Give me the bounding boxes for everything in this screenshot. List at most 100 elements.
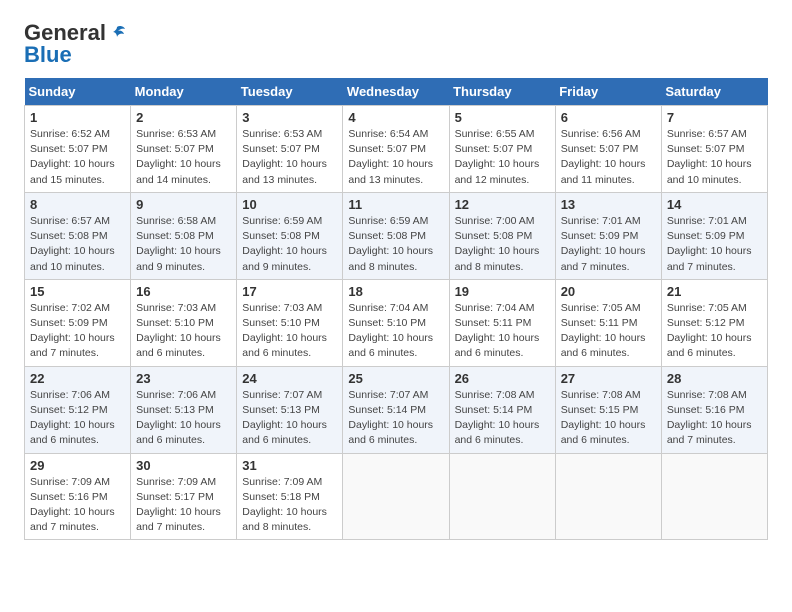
calendar-cell: 13 Sunrise: 7:01 AMSunset: 5:09 PMDayligh…	[555, 192, 661, 279]
calendar-cell: 20 Sunrise: 7:05 AMSunset: 5:11 PMDayligh…	[555, 279, 661, 366]
day-number: 1	[30, 110, 125, 125]
calendar-cell	[661, 453, 767, 540]
day-number: 21	[667, 284, 762, 299]
calendar-cell: 23 Sunrise: 7:06 AMSunset: 5:13 PMDayligh…	[131, 366, 237, 453]
calendar-cell: 2 Sunrise: 6:53 AMSunset: 5:07 PMDaylight…	[131, 106, 237, 193]
logo-blue: Blue	[24, 42, 72, 68]
day-info: Sunrise: 7:01 AMSunset: 5:09 PMDaylight:…	[561, 214, 656, 275]
calendar-week-row: 22 Sunrise: 7:06 AMSunset: 5:12 PMDayligh…	[25, 366, 768, 453]
calendar-cell: 4 Sunrise: 6:54 AMSunset: 5:07 PMDaylight…	[343, 106, 449, 193]
weekday-header: Monday	[131, 78, 237, 106]
day-info: Sunrise: 7:08 AMSunset: 5:16 PMDaylight:…	[667, 388, 762, 449]
day-number: 20	[561, 284, 656, 299]
day-number: 25	[348, 371, 443, 386]
calendar-cell: 7Sunrise: 6:57 AMSunset: 5:07 PMDaylight…	[661, 106, 767, 193]
calendar-cell: 24 Sunrise: 7:07 AMSunset: 5:13 PMDayligh…	[237, 366, 343, 453]
calendar-cell: 1 Sunrise: 6:52 AMSunset: 5:07 PMDaylight…	[25, 106, 131, 193]
day-info: Sunrise: 7:05 AMSunset: 5:12 PMDaylight:…	[667, 301, 762, 362]
calendar-cell: 11Sunrise: 6:59 AMSunset: 5:08 PMDayligh…	[343, 192, 449, 279]
calendar-week-row: 1 Sunrise: 6:52 AMSunset: 5:07 PMDaylight…	[25, 106, 768, 193]
calendar-cell	[343, 453, 449, 540]
calendar-cell: 5 Sunrise: 6:55 AMSunset: 5:07 PMDaylight…	[449, 106, 555, 193]
day-info: Sunrise: 6:58 AMSunset: 5:08 PMDaylight:…	[136, 214, 231, 275]
calendar-week-row: 15 Sunrise: 7:02 AMSunset: 5:09 PMDayligh…	[25, 279, 768, 366]
day-number: 19	[455, 284, 550, 299]
calendar-cell: 16Sunrise: 7:03 AMSunset: 5:10 PMDayligh…	[131, 279, 237, 366]
calendar-week-row: 8 Sunrise: 6:57 AMSunset: 5:08 PMDaylight…	[25, 192, 768, 279]
logo-bird-icon	[108, 24, 126, 42]
day-info: Sunrise: 7:07 AMSunset: 5:13 PMDaylight:…	[242, 388, 337, 449]
day-info: Sunrise: 6:54 AMSunset: 5:07 PMDaylight:…	[348, 127, 443, 188]
day-number: 5	[455, 110, 550, 125]
day-number: 6	[561, 110, 656, 125]
day-number: 16	[136, 284, 231, 299]
day-info: Sunrise: 7:03 AMSunset: 5:10 PMDaylight:…	[242, 301, 337, 362]
calendar-cell: 8 Sunrise: 6:57 AMSunset: 5:08 PMDaylight…	[25, 192, 131, 279]
day-number: 31	[242, 458, 337, 473]
day-number: 4	[348, 110, 443, 125]
day-number: 28	[667, 371, 762, 386]
day-info: Sunrise: 6:53 AMSunset: 5:07 PMDaylight:…	[136, 127, 231, 188]
calendar-cell: 9 Sunrise: 6:58 AMSunset: 5:08 PMDaylight…	[131, 192, 237, 279]
day-info: Sunrise: 7:08 AMSunset: 5:15 PMDaylight:…	[561, 388, 656, 449]
day-info: Sunrise: 7:09 AMSunset: 5:18 PMDaylight:…	[242, 475, 337, 536]
day-info: Sunrise: 7:02 AMSunset: 5:09 PMDaylight:…	[30, 301, 125, 362]
day-number: 27	[561, 371, 656, 386]
day-info: Sunrise: 6:59 AMSunset: 5:08 PMDaylight:…	[242, 214, 337, 275]
day-number: 7	[667, 110, 762, 125]
calendar-cell: 22 Sunrise: 7:06 AMSunset: 5:12 PMDayligh…	[25, 366, 131, 453]
day-number: 14	[667, 197, 762, 212]
calendar-cell: 14Sunrise: 7:01 AMSunset: 5:09 PMDayligh…	[661, 192, 767, 279]
calendar-cell: 27 Sunrise: 7:08 AMSunset: 5:15 PMDayligh…	[555, 366, 661, 453]
day-info: Sunrise: 7:09 AMSunset: 5:17 PMDaylight:…	[136, 475, 231, 536]
day-number: 17	[242, 284, 337, 299]
day-number: 8	[30, 197, 125, 212]
day-number: 15	[30, 284, 125, 299]
calendar-cell	[555, 453, 661, 540]
calendar-body: 1 Sunrise: 6:52 AMSunset: 5:07 PMDaylight…	[25, 106, 768, 540]
day-info: Sunrise: 6:53 AMSunset: 5:07 PMDaylight:…	[242, 127, 337, 188]
day-info: Sunrise: 7:08 AMSunset: 5:14 PMDaylight:…	[455, 388, 550, 449]
calendar-cell: 28 Sunrise: 7:08 AMSunset: 5:16 PMDayligh…	[661, 366, 767, 453]
day-number: 9	[136, 197, 231, 212]
calendar-cell: 29Sunrise: 7:09 AMSunset: 5:16 PMDayligh…	[25, 453, 131, 540]
day-info: Sunrise: 6:52 AMSunset: 5:07 PMDaylight:…	[30, 127, 125, 188]
day-info: Sunrise: 7:06 AMSunset: 5:12 PMDaylight:…	[30, 388, 125, 449]
day-number: 23	[136, 371, 231, 386]
calendar-cell: 17 Sunrise: 7:03 AMSunset: 5:10 PMDayligh…	[237, 279, 343, 366]
day-info: Sunrise: 7:00 AMSunset: 5:08 PMDaylight:…	[455, 214, 550, 275]
day-info: Sunrise: 6:59 AMSunset: 5:08 PMDaylight:…	[348, 214, 443, 275]
day-number: 10	[242, 197, 337, 212]
weekday-header: Sunday	[25, 78, 131, 106]
day-info: Sunrise: 6:56 AMSunset: 5:07 PMDaylight:…	[561, 127, 656, 188]
day-info: Sunrise: 6:55 AMSunset: 5:07 PMDaylight:…	[455, 127, 550, 188]
calendar-cell: 3 Sunrise: 6:53 AMSunset: 5:07 PMDaylight…	[237, 106, 343, 193]
calendar-cell: 26Sunrise: 7:08 AMSunset: 5:14 PMDayligh…	[449, 366, 555, 453]
calendar-cell: 15 Sunrise: 7:02 AMSunset: 5:09 PMDayligh…	[25, 279, 131, 366]
day-number: 13	[561, 197, 656, 212]
calendar-cell: 6 Sunrise: 6:56 AMSunset: 5:07 PMDaylight…	[555, 106, 661, 193]
day-number: 12	[455, 197, 550, 212]
day-number: 2	[136, 110, 231, 125]
calendar-week-row: 29Sunrise: 7:09 AMSunset: 5:16 PMDayligh…	[25, 453, 768, 540]
day-info: Sunrise: 6:57 AMSunset: 5:08 PMDaylight:…	[30, 214, 125, 275]
header: General Blue	[24, 20, 768, 68]
calendar-cell: 19Sunrise: 7:04 AMSunset: 5:11 PMDayligh…	[449, 279, 555, 366]
weekday-header: Saturday	[661, 78, 767, 106]
day-info: Sunrise: 7:09 AMSunset: 5:16 PMDaylight:…	[30, 475, 125, 536]
day-number: 18	[348, 284, 443, 299]
calendar-cell: 10 Sunrise: 6:59 AMSunset: 5:08 PMDayligh…	[237, 192, 343, 279]
calendar-cell: 12 Sunrise: 7:00 AMSunset: 5:08 PMDayligh…	[449, 192, 555, 279]
weekday-header: Thursday	[449, 78, 555, 106]
calendar-cell: 25 Sunrise: 7:07 AMSunset: 5:14 PMDayligh…	[343, 366, 449, 453]
day-number: 22	[30, 371, 125, 386]
weekday-header: Wednesday	[343, 78, 449, 106]
day-number: 24	[242, 371, 337, 386]
day-number: 3	[242, 110, 337, 125]
day-info: Sunrise: 7:07 AMSunset: 5:14 PMDaylight:…	[348, 388, 443, 449]
day-info: Sunrise: 7:06 AMSunset: 5:13 PMDaylight:…	[136, 388, 231, 449]
day-number: 30	[136, 458, 231, 473]
day-info: Sunrise: 7:05 AMSunset: 5:11 PMDaylight:…	[561, 301, 656, 362]
calendar-cell	[449, 453, 555, 540]
calendar-cell: 31 Sunrise: 7:09 AMSunset: 5:18 PMDayligh…	[237, 453, 343, 540]
